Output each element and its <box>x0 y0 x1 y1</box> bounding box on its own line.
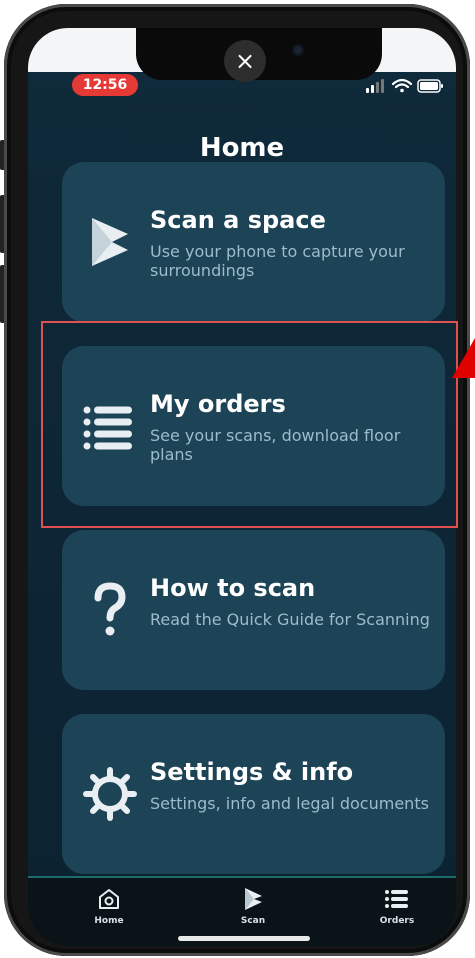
settings-info-card[interactable]: Settings & info Settings, info and legal… <box>62 714 445 874</box>
card-subtitle: Settings, info and legal documents <box>150 794 429 813</box>
nav-home[interactable]: Home <box>74 886 144 942</box>
screenshot-canvas: × 12:56 Home Scan a space Use your phone… <box>0 0 475 958</box>
nav-label: Scan <box>240 916 266 926</box>
page-title: Home <box>199 133 285 163</box>
scan-a-space-card[interactable]: Scan a space Use your phone to capture y… <box>62 162 445 322</box>
status-time: 12:56 <box>72 74 138 96</box>
card-title: Scan a space <box>150 206 326 234</box>
how-to-scan-card[interactable]: How to scan Read the Quick Guide for Sca… <box>62 530 445 690</box>
home-indicator[interactable] <box>178 936 310 941</box>
signal-icon <box>366 79 384 93</box>
nav-label: Home <box>94 916 124 926</box>
scan-logo-icon <box>245 888 262 910</box>
card-title: How to scan <box>150 574 316 602</box>
battery-icon <box>417 79 443 93</box>
front-camera <box>292 44 304 56</box>
status-icons <box>366 76 446 96</box>
home-icon <box>99 889 119 909</box>
card-title: Settings & info <box>150 758 354 786</box>
status-bar: 12:56 <box>28 72 456 100</box>
card-subtitle: Use your phone to capture your surroundi… <box>150 242 405 280</box>
question-mark-icon <box>82 580 138 640</box>
gear-icon <box>82 764 138 824</box>
nav-label: Orders <box>379 916 415 926</box>
close-icon: × <box>234 47 256 75</box>
scan-logo-icon <box>82 212 138 272</box>
annotation-highlight-box <box>41 321 458 528</box>
nav-scan[interactable]: Scan <box>218 886 288 942</box>
nav-orders[interactable]: Orders <box>362 886 432 942</box>
card-subtitle: Read the Quick Guide for Scanning <box>150 610 430 629</box>
list-icon <box>385 890 408 908</box>
annotation-arrow-icon <box>452 338 475 378</box>
wifi-icon <box>391 78 413 93</box>
